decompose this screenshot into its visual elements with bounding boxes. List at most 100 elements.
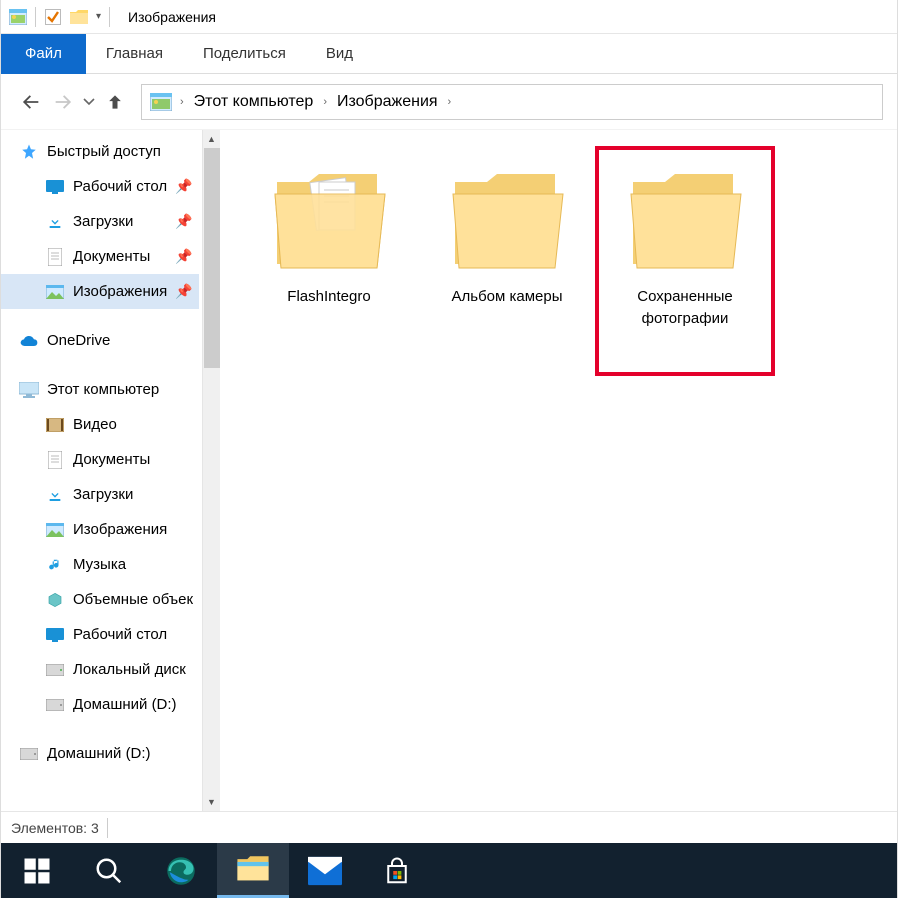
downloads-icon	[45, 213, 65, 231]
folder-icon	[264, 158, 394, 278]
nav-back-button[interactable]	[15, 86, 47, 118]
pin-icon: 📌	[175, 283, 193, 300]
content-area[interactable]: FlashIntegro Альбом камеры Сохраненные ф…	[221, 130, 897, 811]
tree-label: Быстрый доступ	[47, 143, 161, 160]
tree-item-documents[interactable]: Документы	[1, 442, 199, 477]
folder-icon	[442, 158, 572, 278]
task-store-button[interactable]	[361, 843, 433, 898]
titlebar-separator	[35, 7, 36, 27]
folder-item-highlighted[interactable]: Сохраненные фотографии	[601, 152, 769, 370]
pictures-icon	[45, 521, 65, 539]
documents-icon	[45, 248, 65, 266]
tree-item-pictures[interactable]: Изображения 📌	[1, 274, 199, 309]
window-title: Изображения	[128, 9, 216, 25]
start-button[interactable]	[1, 843, 73, 898]
pin-icon: 📌	[175, 248, 193, 265]
tree-item-documents[interactable]: Документы 📌	[1, 239, 199, 274]
onedrive-icon	[19, 332, 39, 350]
nav-up-button[interactable]	[99, 86, 131, 118]
objects3d-icon	[45, 591, 65, 609]
pin-icon: 📌	[175, 178, 193, 195]
tree-item-home-d[interactable]: Домашний (D:)	[1, 687, 199, 722]
tree-label: Изображения	[73, 521, 167, 538]
folder-icon	[620, 158, 750, 278]
tree-label: Загрузки	[73, 486, 133, 503]
folder-item[interactable]: Альбом камеры	[423, 152, 591, 314]
tree-label: Документы	[73, 451, 150, 468]
taskbar	[1, 843, 897, 898]
ribbon: Файл Главная Поделиться Вид	[1, 34, 897, 74]
tree-quick-access[interactable]: Быстрый доступ	[1, 134, 199, 169]
drive-icon	[45, 661, 65, 679]
task-mail-button[interactable]	[289, 843, 361, 898]
tree-label: Этот компьютер	[47, 381, 159, 398]
task-search-button[interactable]	[73, 843, 145, 898]
tree-item-music[interactable]: Музыка	[1, 547, 199, 582]
tree-label: Локальный диск	[73, 661, 186, 678]
tree-onedrive[interactable]: OneDrive	[1, 323, 199, 358]
navpane-scrollbar[interactable]: ▲ ▼	[202, 130, 220, 811]
tree-this-pc[interactable]: Этот компьютер	[1, 372, 199, 407]
tree-label: Рабочий стол	[73, 178, 167, 195]
breadcrumb-pictures[interactable]: Изображения	[331, 85, 444, 119]
drive-icon	[45, 696, 65, 714]
scroll-up-icon[interactable]: ▲	[203, 130, 221, 148]
pictures-icon	[45, 283, 65, 301]
this-pc-icon	[19, 381, 39, 399]
quick-access-checkbox-icon[interactable]	[42, 6, 64, 28]
breadcrumb-chevron-icon[interactable]: ›	[176, 96, 188, 108]
nav-forward-button[interactable]	[47, 86, 79, 118]
tree-item-downloads[interactable]: Загрузки	[1, 477, 199, 512]
scroll-down-icon[interactable]: ▼	[203, 793, 221, 811]
quick-access-dropdown-icon[interactable]: ▾	[92, 11, 105, 22]
downloads-icon	[45, 486, 65, 504]
tree-item-downloads[interactable]: Загрузки 📌	[1, 204, 199, 239]
scroll-thumb[interactable]	[204, 148, 220, 368]
tree-item-desktop[interactable]: Рабочий стол	[1, 617, 199, 652]
address-bar[interactable]: › Этот компьютер › Изображения ›	[141, 84, 883, 120]
titlebar-separator-2	[109, 7, 110, 27]
ribbon-tab-home[interactable]: Главная	[86, 34, 183, 74]
folder-label: FlashIntegro	[287, 286, 370, 308]
status-bar: Элементов: 3	[1, 811, 897, 843]
tree-label: Музыка	[73, 556, 126, 573]
folder-label: Сохраненные фотографии	[607, 286, 763, 330]
drive-icon	[19, 745, 39, 763]
tree-item-videos[interactable]: Видео	[1, 407, 199, 442]
tree-item-3d-objects[interactable]: Объемные объекты	[1, 582, 199, 617]
breadcrumb-chevron-icon[interactable]: ›	[444, 96, 456, 108]
star-icon	[19, 143, 39, 161]
tree-label: Загрузки	[73, 213, 133, 230]
tree-label: Документы	[73, 248, 150, 265]
pin-icon: 📌	[175, 213, 193, 230]
tree-label: OneDrive	[47, 332, 110, 349]
ribbon-tab-view[interactable]: Вид	[306, 34, 373, 74]
folder-item[interactable]: FlashIntegro	[245, 152, 413, 314]
desktop-icon	[45, 626, 65, 644]
breadcrumb-chevron-icon[interactable]: ›	[319, 96, 331, 108]
breadcrumb-this-pc[interactable]: Этот компьютер	[188, 85, 320, 119]
documents-icon	[45, 451, 65, 469]
tree-item-pictures[interactable]: Изображения	[1, 512, 199, 547]
window-titlebar: ▾ Изображения	[1, 0, 897, 34]
videos-icon	[45, 416, 65, 434]
ribbon-tab-file[interactable]: Файл	[1, 34, 86, 74]
tree-item-local-disk[interactable]: Локальный диск	[1, 652, 199, 687]
ribbon-tab-share[interactable]: Поделиться	[183, 34, 306, 74]
tree-label: Домашний (D:)	[47, 745, 151, 762]
explorer-body: Быстрый доступ Рабочий стол 📌 Загрузки 📌…	[1, 130, 897, 811]
status-item-count: Элементов: 3	[11, 820, 99, 836]
address-location-icon	[150, 93, 172, 111]
tree-label: Объемные объекты	[73, 591, 193, 608]
desktop-icon	[45, 178, 65, 196]
tree-item-home-d-root[interactable]: Домашний (D:)	[1, 736, 199, 771]
recent-locations-dropdown[interactable]	[79, 86, 99, 118]
music-icon	[45, 556, 65, 574]
tree-label: Домашний (D:)	[73, 696, 177, 713]
quick-access-folder-icon[interactable]	[68, 6, 90, 28]
nav-bar: › Этот компьютер › Изображения ›	[1, 74, 897, 130]
task-edge-button[interactable]	[145, 843, 217, 898]
tree-item-desktop[interactable]: Рабочий стол 📌	[1, 169, 199, 204]
task-explorer-button[interactable]	[217, 843, 289, 898]
app-icon	[7, 6, 29, 28]
